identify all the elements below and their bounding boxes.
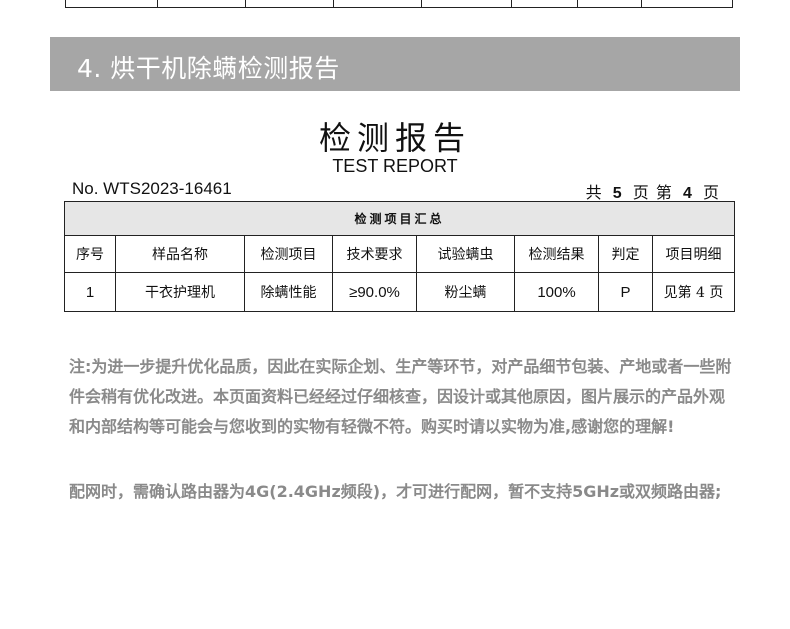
header-judgement: 判定 (598, 235, 653, 273)
page-current-prefix: 第 (655, 183, 673, 202)
cell-test-item: 除螨性能 (244, 272, 333, 312)
report-page-info: 共 5 页 第 4 页 (586, 179, 720, 203)
cell-requirement: ≥90.0% (332, 272, 417, 312)
cell-judgement: P (598, 272, 653, 312)
cell-index: 1 (64, 272, 116, 312)
header-test-mite: 试验螨虫 (416, 235, 515, 273)
product-disclaimer-note: 注:为进一步提升优化品质，因此在实际企划、生产等环节，对产品细节包装、产地或者一… (69, 357, 732, 436)
page-total-suffix: 页 (632, 183, 650, 202)
header-index: 序号 (64, 235, 116, 273)
header-sample-name: 样品名称 (115, 235, 245, 273)
page-total-prefix: 共 (585, 183, 603, 202)
header-requirement: 技术要求 (332, 235, 417, 273)
network-config-note: 配网时，需确认路由器为4G(2.4GHz频段)，才可进行配网，暂不支持5GHz或… (69, 482, 722, 501)
header-details: 项目明细 (651, 235, 736, 273)
cell-test-mite: 粉尘螨 (416, 272, 515, 312)
section-header: 4. 烘干机除螨检测报告 (50, 37, 740, 91)
table-header-row: 序号 样品名称 检测项目 技术要求 试验螨虫 检测结果 判定 项目明细 (64, 235, 736, 273)
table-caption-row: 检测项目汇总 (63, 201, 736, 236)
report-title: 检测报告 (318, 119, 471, 157)
cell-sample-name: 干衣护理机 (115, 272, 245, 312)
header-result: 检测结果 (514, 235, 599, 273)
page-current-suffix: 页 (702, 183, 720, 202)
cell-result: 100% (514, 272, 599, 312)
previous-table-bottom (65, 0, 733, 8)
section-title: 4. 烘干机除螨检测报告 (77, 54, 340, 83)
summary-table: 检测项目汇总 序号 样品名称 检测项目 技术要求 试验螨虫 检测结果 判定 项目… (63, 201, 736, 312)
table-row: 1 干衣护理机 除螨性能 ≥90.0% 粉尘螨 100% P 见第 4 页 (64, 272, 736, 312)
page-total: 5 (612, 185, 623, 202)
report-subtitle: TEST REPORT (332, 156, 458, 176)
header-test-item: 检测项目 (244, 235, 333, 273)
cell-details: 见第 4 页 (651, 272, 736, 312)
report-number: No. WTS2023-16461 (72, 179, 232, 198)
table-caption: 检测项目汇总 (63, 201, 736, 236)
page-current: 4 (682, 185, 693, 202)
